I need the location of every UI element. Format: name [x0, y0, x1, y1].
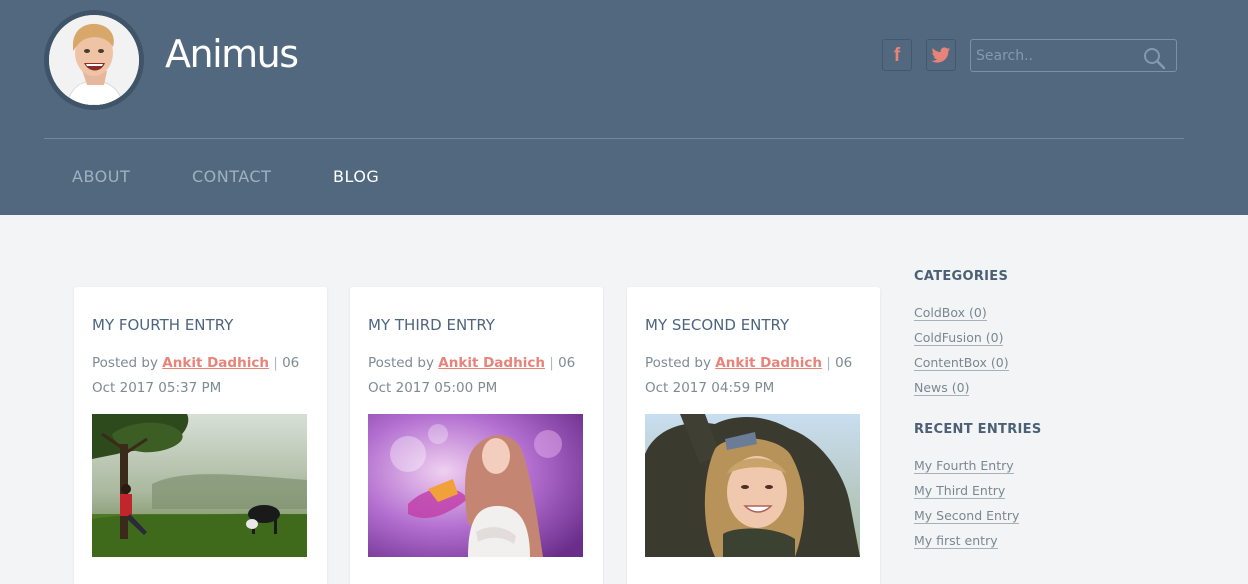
- nav-item-blog[interactable]: BLOG: [333, 167, 379, 186]
- categories-heading: CATEGORIES: [914, 269, 1009, 284]
- search-box: [970, 39, 1177, 72]
- avatar[interactable]: [44, 10, 144, 110]
- post-title[interactable]: MY SECOND ENTRY: [645, 316, 789, 334]
- posted-by-label: Posted by: [368, 355, 434, 371]
- post-card: MY THIRD ENTRY Posted by Ankit Dadhich |…: [350, 287, 603, 584]
- post-title[interactable]: MY FOURTH ENTRY: [92, 316, 233, 334]
- post-meta: Posted by Ankit Dadhich | 06 Oct 2017 05…: [92, 351, 312, 401]
- post-card: MY SECOND ENTRY Posted by Ankit Dadhich …: [627, 287, 880, 584]
- nav-item-about[interactable]: ABOUT: [72, 167, 130, 186]
- recent-entries-heading: RECENT ENTRIES: [914, 422, 1042, 437]
- post-image[interactable]: [645, 414, 860, 557]
- category-link[interactable]: ColdBox (0): [914, 305, 987, 321]
- site-title[interactable]: Animus: [165, 32, 299, 76]
- twitter-icon: [931, 46, 951, 63]
- category-link[interactable]: ContentBox (0): [914, 355, 1009, 371]
- author-link[interactable]: Ankit Dadhich: [715, 355, 822, 371]
- site-header: Animus f ABOUT CONTACT BLOG: [0, 0, 1248, 215]
- post-card: MY FOURTH ENTRY Posted by Ankit Dadhich …: [74, 287, 327, 584]
- recent-entry-link[interactable]: My Second Entry: [914, 508, 1020, 524]
- recent-entry-link[interactable]: My Fourth Entry: [914, 458, 1014, 474]
- header-divider: [44, 138, 1184, 139]
- posted-by-label: Posted by: [645, 355, 711, 371]
- meta-separator: |: [549, 355, 554, 371]
- recent-entry-link[interactable]: My first entry: [914, 533, 998, 549]
- post-title[interactable]: MY THIRD ENTRY: [368, 316, 495, 334]
- post-image[interactable]: [92, 414, 307, 557]
- meta-separator: |: [826, 355, 831, 371]
- post-meta: Posted by Ankit Dadhich | 06 Oct 2017 05…: [368, 351, 588, 401]
- facebook-button[interactable]: f: [882, 39, 912, 71]
- post-meta: Posted by Ankit Dadhich | 06 Oct 2017 04…: [645, 351, 865, 401]
- author-link[interactable]: Ankit Dadhich: [438, 355, 545, 371]
- author-link[interactable]: Ankit Dadhich: [162, 355, 269, 371]
- twitter-button[interactable]: [926, 39, 956, 71]
- posted-by-label: Posted by: [92, 355, 158, 371]
- nav-item-contact[interactable]: CONTACT: [192, 167, 271, 186]
- recent-entry-link[interactable]: My Third Entry: [914, 483, 1006, 499]
- category-link[interactable]: News (0): [914, 380, 970, 396]
- facebook-icon: f: [893, 44, 901, 66]
- search-input[interactable]: [971, 40, 1141, 71]
- meta-separator: |: [273, 355, 278, 371]
- search-icon[interactable]: [1141, 46, 1167, 70]
- category-link[interactable]: ColdFusion (0): [914, 330, 1004, 346]
- post-image[interactable]: [368, 414, 583, 557]
